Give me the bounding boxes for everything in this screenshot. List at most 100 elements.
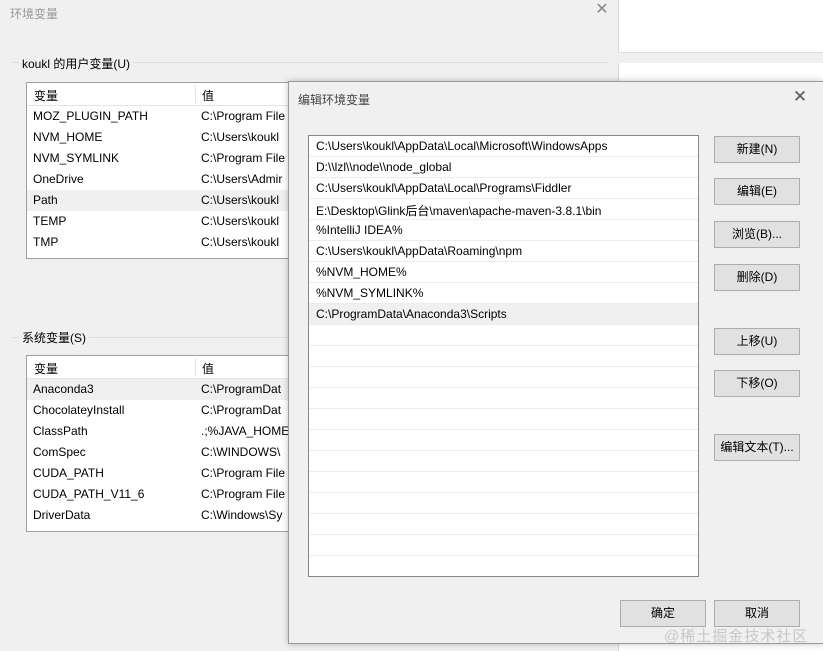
- variable-name: ChocolateyInstall: [33, 403, 125, 417]
- user-variable-row[interactable]: Path C:\Users\koukl: [27, 190, 297, 211]
- new-button[interactable]: 新建(N): [714, 136, 800, 163]
- empty-path-row[interactable]: [309, 367, 698, 388]
- background-window-edge: [618, 52, 823, 63]
- variable-value: C:\Users\koukl: [201, 193, 280, 207]
- user-variable-row[interactable]: TEMP C:\Users\koukl: [27, 211, 297, 232]
- variable-name: CUDA_PATH: [33, 466, 104, 480]
- user-variable-row[interactable]: MOZ_PLUGIN_PATH C:\Program File: [27, 106, 297, 127]
- user-vars-list[interactable]: 变量 值 MOZ_PLUGIN_PATH C:\Program File NVM_H…: [26, 82, 298, 259]
- user-variable-row[interactable]: NVM_SYMLINK C:\Program File: [27, 148, 297, 169]
- path-entry-text: C:\Users\koukl\AppData\Local\Microsoft\W…: [316, 139, 608, 153]
- path-entry[interactable]: %NVM_SYMLINK%: [309, 283, 698, 304]
- system-vars-header: 变量 值: [27, 356, 297, 379]
- system-vars-group-label: 系统变量(S): [19, 329, 89, 346]
- column-header-value[interactable]: 值: [202, 360, 214, 377]
- env-window-close-icon[interactable]: ✕: [594, 2, 610, 18]
- cancel-button[interactable]: 取消: [714, 600, 800, 627]
- variable-value: C:\ProgramDat: [201, 382, 282, 396]
- path-entry-text: %NVM_SYMLINK%: [316, 286, 424, 300]
- user-variable-row[interactable]: OneDrive C:\Users\Admir: [27, 169, 297, 190]
- path-entry[interactable]: C:\ProgramData\Anaconda3\Scripts: [309, 304, 698, 325]
- variable-name: NVM_HOME: [33, 130, 103, 144]
- user-vars-header: 变量 值: [27, 83, 297, 106]
- variable-value: C:\WINDOWS\: [201, 445, 281, 459]
- empty-path-row[interactable]: [309, 535, 698, 556]
- variable-value: C:\Users\koukl: [201, 130, 280, 144]
- system-variable-row[interactable]: DriverData C:\Windows\Sy: [27, 505, 297, 526]
- variable-value: C:\Windows\Sy: [201, 508, 283, 522]
- user-vars-group-label: koukl 的用户变量(U): [19, 55, 134, 72]
- variable-name: DriverData: [33, 508, 91, 522]
- empty-path-row[interactable]: [309, 346, 698, 367]
- variable-value: C:\Users\koukl: [201, 214, 280, 228]
- variable-value: C:\Program File: [201, 466, 286, 480]
- variable-name: NVM_SYMLINK: [33, 151, 120, 165]
- system-vars-list[interactable]: 变量 值 Anaconda3 C:\ProgramDat ChocolateyIns…: [26, 355, 298, 532]
- column-divider[interactable]: [195, 358, 196, 376]
- empty-path-row[interactable]: [309, 451, 698, 472]
- ok-button[interactable]: 确定: [620, 600, 706, 627]
- empty-path-row[interactable]: [309, 409, 698, 430]
- column-header-variable[interactable]: 变量: [34, 360, 58, 377]
- variable-name: TMP: [33, 235, 59, 249]
- variable-name: TEMP: [33, 214, 67, 228]
- edit-text-button[interactable]: 编辑文本(T)...: [714, 434, 800, 461]
- dialog-close-icon[interactable]: ✕: [791, 88, 809, 106]
- user-variable-row[interactable]: NVM_HOME C:\Users\koukl: [27, 127, 297, 148]
- column-header-value[interactable]: 值: [202, 87, 214, 104]
- path-entry-text: %NVM_HOME%: [316, 265, 407, 279]
- empty-path-row[interactable]: [309, 514, 698, 535]
- env-window-title: 环境变量: [10, 7, 59, 21]
- path-entry-text: %IntelliJ IDEA%: [316, 223, 403, 237]
- user-variable-row[interactable]: TMP C:\Users\koukl: [27, 232, 297, 253]
- variable-value: C:\ProgramDat: [201, 403, 282, 417]
- move-up-button[interactable]: 上移(U): [714, 328, 800, 355]
- system-variable-row[interactable]: ComSpec C:\WINDOWS\: [27, 442, 297, 463]
- browse-button[interactable]: 浏览(B)...: [714, 221, 800, 248]
- variable-name: CUDA_PATH_V11_6: [33, 487, 145, 501]
- watermark: @稀土掘金技术社区: [664, 628, 809, 645]
- system-variable-row[interactable]: CUDA_PATH_V11_6 C:\Program File: [27, 484, 297, 505]
- column-divider[interactable]: [195, 85, 196, 103]
- empty-path-row[interactable]: [309, 430, 698, 451]
- variable-name: ClassPath: [33, 424, 88, 438]
- move-down-button[interactable]: 下移(O): [714, 370, 800, 397]
- variable-name: Path: [33, 193, 58, 207]
- edit-environment-variable-dialog: 编辑环境变量 ✕ C:\Users\koukl\AppData\Local\Mi…: [288, 81, 823, 644]
- variable-value: C:\Program File: [201, 151, 286, 165]
- path-entry-text: C:\Users\koukl\AppData\Roaming\npm: [316, 244, 523, 258]
- empty-path-row[interactable]: [309, 472, 698, 493]
- path-entry[interactable]: %IntelliJ IDEA%: [309, 220, 698, 241]
- variable-name: Anaconda3: [33, 382, 94, 396]
- path-entry-text: D:\\lzl\\node\\node_global: [316, 160, 452, 174]
- variable-value: C:\Program File: [201, 109, 286, 123]
- column-header-variable[interactable]: 变量: [34, 87, 58, 104]
- path-entry-text: C:\Users\koukl\AppData\Local\Programs\Fi…: [316, 181, 572, 195]
- system-variable-row[interactable]: ClassPath .;%JAVA_HOME: [27, 421, 297, 442]
- path-entry[interactable]: D:\\lzl\\node\\node_global: [309, 157, 698, 178]
- empty-path-row[interactable]: [309, 388, 698, 409]
- empty-path-row[interactable]: [309, 325, 698, 346]
- empty-path-row[interactable]: [309, 493, 698, 514]
- variable-value: .;%JAVA_HOME: [201, 424, 290, 438]
- variable-name: OneDrive: [33, 172, 84, 186]
- variable-name: ComSpec: [33, 445, 86, 459]
- variable-value: C:\Users\koukl: [201, 235, 280, 249]
- system-variable-row[interactable]: ChocolateyInstall C:\ProgramDat: [27, 400, 297, 421]
- path-entry[interactable]: C:\Users\koukl\AppData\Local\Microsoft\W…: [309, 136, 698, 157]
- path-entry[interactable]: %NVM_HOME%: [309, 262, 698, 283]
- path-entry[interactable]: C:\Users\koukl\AppData\Local\Programs\Fi…: [309, 178, 698, 199]
- system-variable-row[interactable]: Anaconda3 C:\ProgramDat: [27, 379, 297, 400]
- path-entry-text: E:\Desktop\Glink后台\maven\apache-maven-3.…: [316, 204, 602, 218]
- empty-path-row[interactable]: [309, 556, 698, 576]
- system-variable-row[interactable]: CUDA_PATH C:\Program File: [27, 463, 297, 484]
- variable-value: C:\Program File: [201, 487, 286, 501]
- path-entry[interactable]: C:\Users\koukl\AppData\Roaming\npm: [309, 241, 698, 262]
- delete-button[interactable]: 删除(D): [714, 264, 800, 291]
- path-entries-list[interactable]: C:\Users\koukl\AppData\Local\Microsoft\W…: [308, 135, 699, 577]
- variable-name: MOZ_PLUGIN_PATH: [33, 109, 148, 123]
- path-entry[interactable]: E:\Desktop\Glink后台\maven\apache-maven-3.…: [309, 199, 698, 220]
- variable-value: C:\Users\Admir: [201, 172, 283, 186]
- edit-button[interactable]: 编辑(E): [714, 178, 800, 205]
- path-entry-text: C:\ProgramData\Anaconda3\Scripts: [316, 307, 507, 321]
